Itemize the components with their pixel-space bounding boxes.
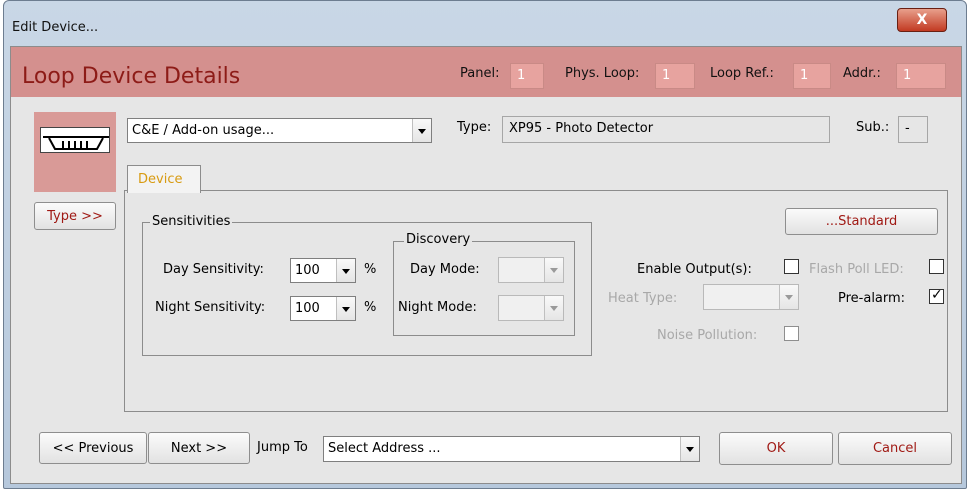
- heat-type-select[interactable]: [703, 284, 799, 310]
- enable-outputs-checkbox[interactable]: [784, 259, 799, 274]
- jump-address-select[interactable]: Select Address ...: [323, 436, 700, 462]
- chevron-down-icon[interactable]: [544, 258, 563, 282]
- noise-pollution-label: Noise Pollution:: [657, 328, 758, 343]
- night-sensitivity-value: 100: [295, 301, 320, 316]
- chevron-down-icon[interactable]: [680, 437, 699, 461]
- title-bar[interactable]: [3, 0, 967, 38]
- chevron-down-icon[interactable]: [412, 119, 431, 142]
- night-unit: %: [364, 300, 377, 315]
- previous-button[interactable]: << Previous: [39, 432, 147, 464]
- address-label: Addr.:: [843, 66, 881, 81]
- close-button[interactable]: X: [897, 8, 947, 32]
- type-field: XP95 - Photo Detector: [502, 116, 830, 143]
- night-mode-select[interactable]: [498, 295, 564, 321]
- sensitivities-group-label: Sensitivities: [150, 214, 233, 229]
- discovery-group-label: Discovery: [404, 232, 473, 247]
- night-sensitivity-label: Night Sensitivity:: [155, 300, 266, 315]
- day-mode-label: Day Mode:: [410, 262, 480, 277]
- page-title: Loop Device Details: [22, 64, 241, 89]
- night-sensitivity-select[interactable]: 100: [290, 296, 356, 321]
- jump-to-label: Jump To: [257, 440, 308, 455]
- detector-base-icon: [40, 127, 110, 153]
- phys-loop-label: Phys. Loop:: [565, 66, 640, 81]
- chevron-down-icon[interactable]: [336, 297, 355, 320]
- enable-outputs-label: Enable Output(s):: [637, 262, 752, 277]
- sub-field: -: [898, 116, 928, 143]
- loop-ref-field: 1: [793, 63, 831, 89]
- window-title: Edit Device...: [12, 20, 99, 35]
- jump-address-value: Select Address ...: [328, 441, 441, 456]
- flash-poll-led-checkbox[interactable]: [929, 259, 944, 274]
- phys-loop-field: 1: [655, 63, 695, 89]
- day-sensitivity-label: Day Sensitivity:: [163, 262, 264, 277]
- type-label: Type:: [457, 120, 492, 135]
- loop-ref-label: Loop Ref.:: [710, 66, 774, 81]
- type-button[interactable]: Type >>: [34, 202, 116, 230]
- chevron-down-icon[interactable]: [336, 259, 355, 282]
- ok-button[interactable]: OK: [719, 432, 833, 465]
- panel-label: Panel:: [460, 66, 500, 81]
- usage-select-value: C&E / Add-on usage...: [132, 123, 275, 138]
- discovery-group: [393, 241, 575, 336]
- usage-select[interactable]: C&E / Add-on usage...: [127, 118, 432, 143]
- day-unit: %: [364, 262, 377, 277]
- tab-device[interactable]: Device: [127, 165, 201, 193]
- noise-pollution-checkbox[interactable]: [784, 326, 799, 341]
- next-button[interactable]: Next >>: [148, 432, 250, 464]
- pre-alarm-checkbox[interactable]: [929, 287, 944, 304]
- day-sensitivity-value: 100: [295, 263, 320, 278]
- standard-button[interactable]: ...Standard: [785, 208, 938, 235]
- address-field: 1: [896, 63, 946, 89]
- sub-label: Sub.:: [856, 120, 890, 135]
- chevron-down-icon[interactable]: [779, 285, 798, 309]
- pre-alarm-label: Pre-alarm:: [838, 291, 906, 306]
- chevron-down-icon[interactable]: [544, 296, 563, 320]
- cancel-button[interactable]: Cancel: [838, 432, 952, 465]
- day-sensitivity-select[interactable]: 100: [290, 258, 356, 283]
- heat-type-label: Heat Type:: [608, 291, 678, 306]
- flash-poll-led-label: Flash Poll LED:: [809, 262, 904, 277]
- night-mode-label: Night Mode:: [398, 300, 477, 315]
- day-mode-select[interactable]: [498, 257, 564, 283]
- panel-field: 1: [510, 63, 544, 89]
